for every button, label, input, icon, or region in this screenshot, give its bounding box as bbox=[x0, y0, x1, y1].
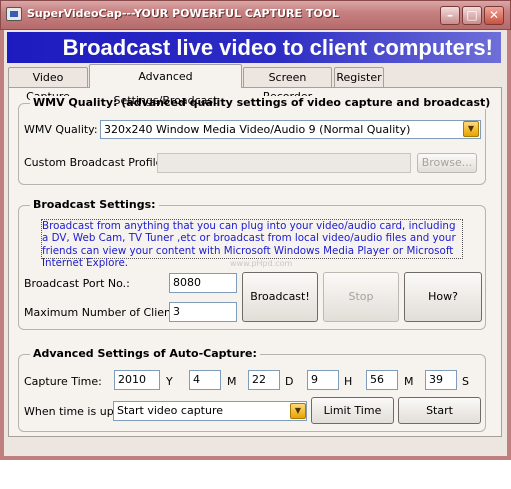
hour-unit: H bbox=[344, 375, 353, 388]
day-unit: D bbox=[285, 375, 294, 388]
chevron-down-icon[interactable]: ▼ bbox=[463, 121, 479, 137]
broadcast-port-input[interactable]: 8080 bbox=[169, 273, 237, 293]
max-clients-label: Maximum Number of Clients: bbox=[24, 306, 185, 319]
tab-video-capture[interactable]: Video Capture bbox=[8, 67, 88, 103]
year-input[interactable]: 2010 bbox=[114, 370, 160, 390]
year-unit: Y bbox=[166, 375, 173, 388]
capture-time-label: Capture Time: bbox=[24, 375, 102, 388]
watermark: www.pHpd.com bbox=[230, 259, 293, 268]
maximize-icon: □ bbox=[466, 8, 478, 22]
minute-unit: M bbox=[404, 375, 414, 388]
time-up-action-select[interactable]: Start video capture bbox=[113, 401, 307, 421]
start-button[interactable]: Start bbox=[398, 397, 481, 424]
max-clients-input[interactable]: 3 bbox=[169, 302, 237, 322]
tab-screen-recorder[interactable]: Screen Recorder bbox=[243, 67, 332, 103]
tab-register[interactable]: Register bbox=[334, 67, 384, 87]
broadcast-button[interactable]: Broadcast! bbox=[242, 272, 318, 322]
banner: Broadcast live video to client computers… bbox=[7, 32, 501, 63]
when-time-up-label: When time is up: bbox=[24, 405, 118, 418]
how-button[interactable]: How? bbox=[404, 272, 482, 322]
broadcast-description: Broadcast from anything that you can plu… bbox=[41, 219, 463, 269]
auto-capture-group-title: Advanced Settings of Auto-Capture: bbox=[30, 347, 260, 360]
wmv-quality-label: WMV Quality: bbox=[24, 123, 98, 136]
broadcast-port-label: Broadcast Port No.: bbox=[24, 277, 130, 290]
desktop-background bbox=[0, 460, 511, 489]
minute-input[interactable]: 56 bbox=[366, 370, 398, 390]
maximize-button[interactable]: □ bbox=[462, 6, 482, 25]
window-title: SuperVideoCap---YOUR POWERFUL CAPTURE TO… bbox=[27, 7, 340, 20]
stop-button[interactable]: Stop bbox=[323, 272, 399, 322]
custom-profile-input[interactable] bbox=[157, 153, 411, 173]
tab-advanced-settings[interactable]: Advanced Settings/Broadcast bbox=[89, 64, 242, 107]
day-input[interactable]: 22 bbox=[248, 370, 280, 390]
hour-input[interactable]: 9 bbox=[307, 370, 339, 390]
minimize-button[interactable]: – bbox=[440, 6, 460, 25]
app-icon[interactable] bbox=[6, 7, 22, 21]
close-icon: ✕ bbox=[488, 8, 500, 22]
custom-profile-label: Custom Broadcast Profile: bbox=[24, 156, 167, 169]
browse-button[interactable]: Browse... bbox=[417, 153, 477, 173]
close-button[interactable]: ✕ bbox=[484, 6, 504, 25]
second-input[interactable]: 39 bbox=[425, 370, 457, 390]
minimize-icon: – bbox=[447, 8, 453, 22]
wmv-quality-select[interactable]: 320x240 Window Media Video/Audio 9 (Norm… bbox=[100, 120, 481, 139]
month-unit: M bbox=[227, 375, 237, 388]
month-input[interactable]: 4 bbox=[189, 370, 221, 390]
chevron-down-icon[interactable]: ▼ bbox=[290, 403, 306, 419]
wmv-quality-group-title: WMV Quality: (advanced quality settings … bbox=[30, 96, 494, 109]
limit-time-button[interactable]: Limit Time bbox=[311, 397, 394, 424]
second-unit: S bbox=[462, 375, 469, 388]
broadcast-settings-group-title: Broadcast Settings: bbox=[30, 198, 159, 211]
